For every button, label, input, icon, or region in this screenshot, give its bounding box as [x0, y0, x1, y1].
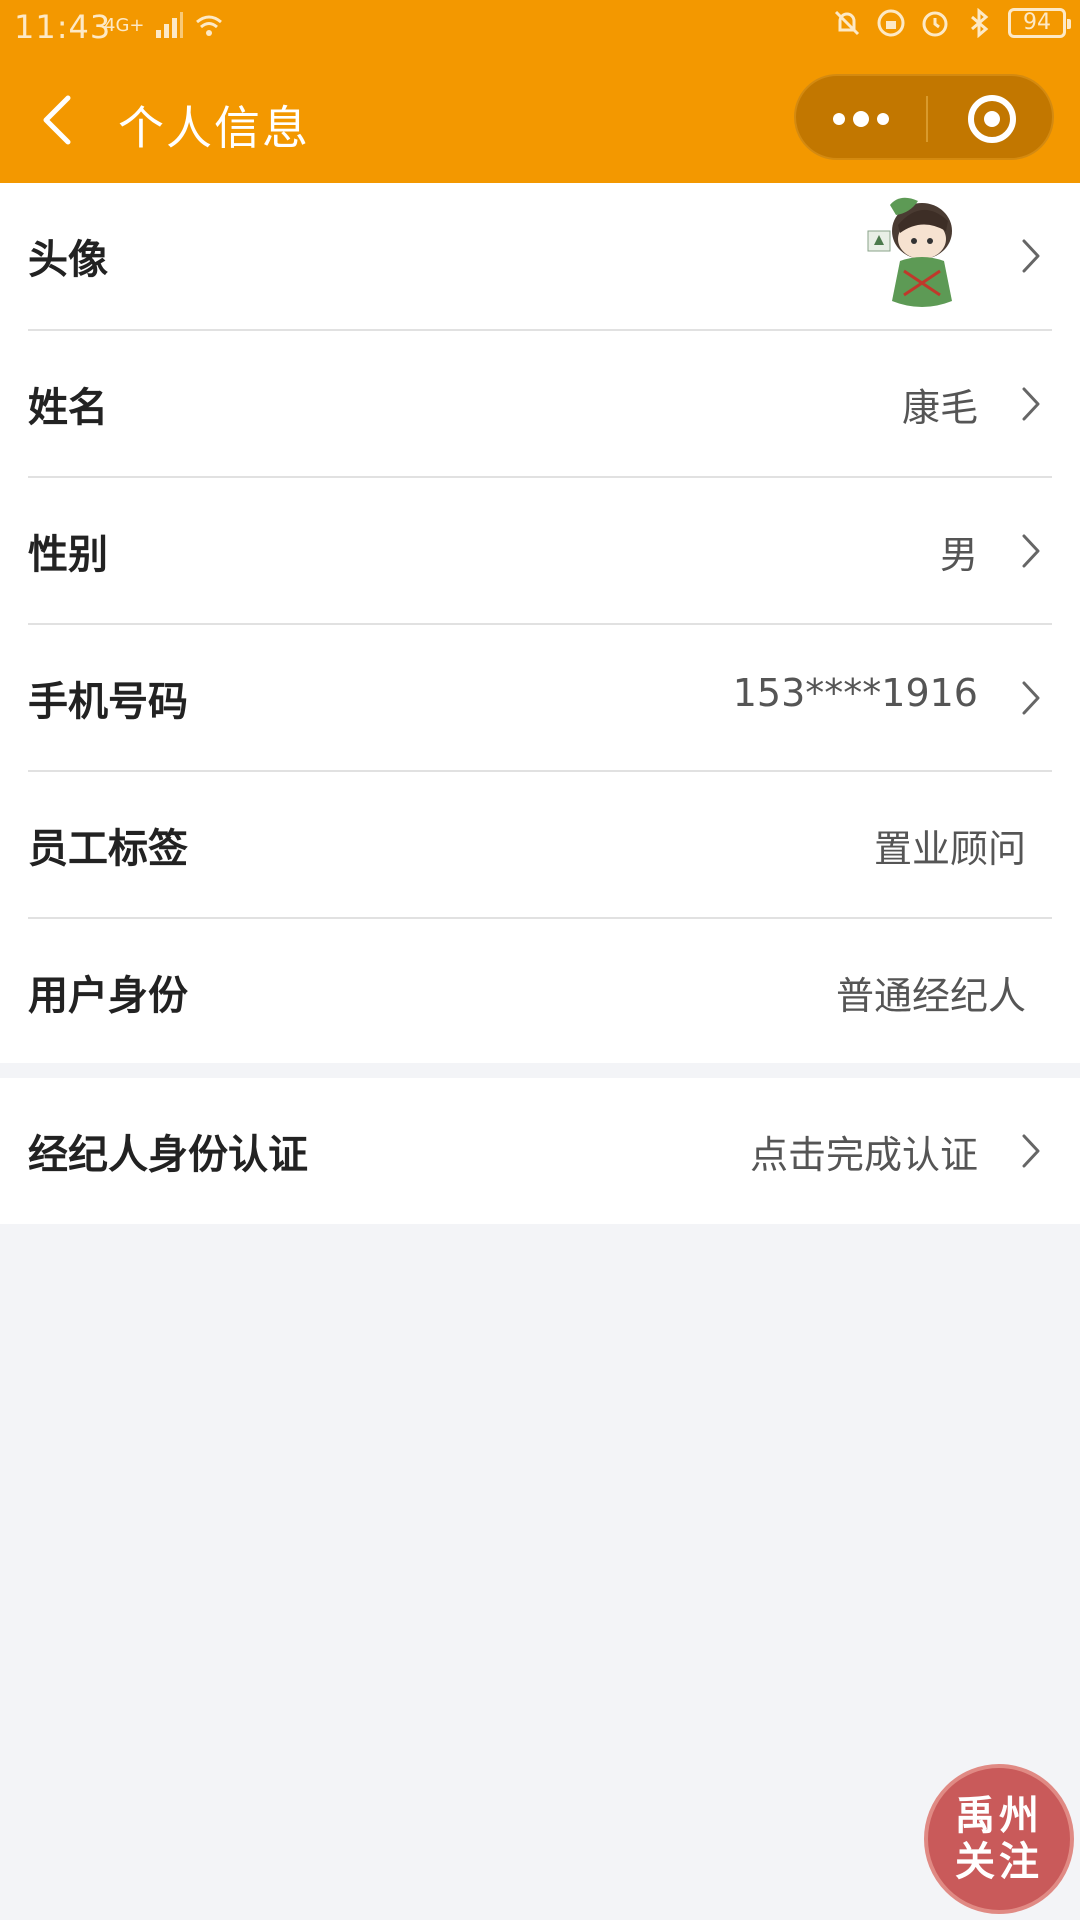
avatar[interactable] — [860, 191, 980, 315]
mute-bell-icon — [834, 10, 860, 36]
row-value: 点击完成认证 — [749, 1133, 978, 1177]
close-button[interactable] — [928, 76, 1056, 162]
rotation-lock-icon — [877, 9, 905, 37]
back-icon[interactable] — [36, 92, 80, 148]
row-label: 经纪人身份认证 — [28, 1132, 308, 1178]
row-gender[interactable]: 性别 男 — [0, 478, 1080, 624]
status-time: 11:43 — [14, 8, 112, 46]
chevron-right-icon — [1022, 239, 1040, 273]
more-dot-icon — [833, 113, 845, 125]
row-value: 男 — [939, 533, 978, 577]
row-certification[interactable]: 经纪人身份认证 点击完成认证 — [0, 1078, 1080, 1224]
battery-icon: 94 — [1008, 8, 1071, 38]
row-value: 153****1916 — [732, 671, 978, 715]
badge-line: 关注 — [955, 1839, 1043, 1885]
profile-info-list: 头像 姓名 康毛 性别 男 手机号码 153****1916 员工标签 置业顾问… — [0, 183, 1080, 1063]
row-value: 普通经纪人 — [835, 974, 1026, 1018]
wifi-icon — [196, 15, 223, 36]
more-dot-icon — [877, 113, 889, 125]
more-button[interactable] — [796, 76, 926, 162]
network-label: 4G+ — [104, 14, 145, 36]
row-label: 头像 — [28, 237, 108, 283]
status-right-icons: 94 — [832, 8, 1071, 38]
certification-section: 经纪人身份认证 点击完成认证 — [0, 1078, 1080, 1224]
alarm-icon — [922, 11, 948, 37]
row-label: 性别 — [28, 532, 108, 578]
row-staff-tag: 员工标签 置业顾问 — [0, 772, 1080, 918]
page-title: 个人信息 — [118, 101, 310, 155]
row-phone[interactable]: 手机号码 153****1916 — [0, 625, 1080, 771]
row-label: 用户身份 — [28, 973, 188, 1019]
row-name[interactable]: 姓名 康毛 — [0, 331, 1080, 477]
signal-icon — [156, 12, 184, 38]
status-left-icons: 4G+ — [104, 10, 224, 40]
target-circle-icon — [968, 95, 1016, 143]
chevron-right-icon — [1022, 534, 1040, 568]
row-label: 员工标签 — [28, 826, 188, 872]
row-value: 置业顾问 — [873, 827, 1026, 871]
follow-badge-button[interactable]: 禹州 关注 — [924, 1764, 1074, 1914]
row-label: 手机号码 — [28, 679, 188, 725]
chevron-right-icon — [1022, 1134, 1040, 1168]
chevron-right-icon — [1022, 387, 1040, 421]
row-label: 姓名 — [28, 385, 108, 431]
chevron-right-icon — [1022, 681, 1040, 715]
badge-line: 禹州 — [955, 1793, 1043, 1839]
more-dot-icon — [853, 111, 869, 127]
mini-program-capsule — [794, 74, 1054, 160]
bluetooth-icon — [971, 8, 989, 38]
status-bar: 11:43 4G+ 94 — [0, 0, 1080, 54]
app-header: 11:43 4G+ 94 个人信息 — [0, 0, 1080, 183]
row-value: 康毛 — [901, 386, 978, 430]
row-user-identity: 用户身份 普通经纪人 — [0, 919, 1080, 1065]
row-avatar[interactable]: 头像 — [0, 183, 1080, 329]
